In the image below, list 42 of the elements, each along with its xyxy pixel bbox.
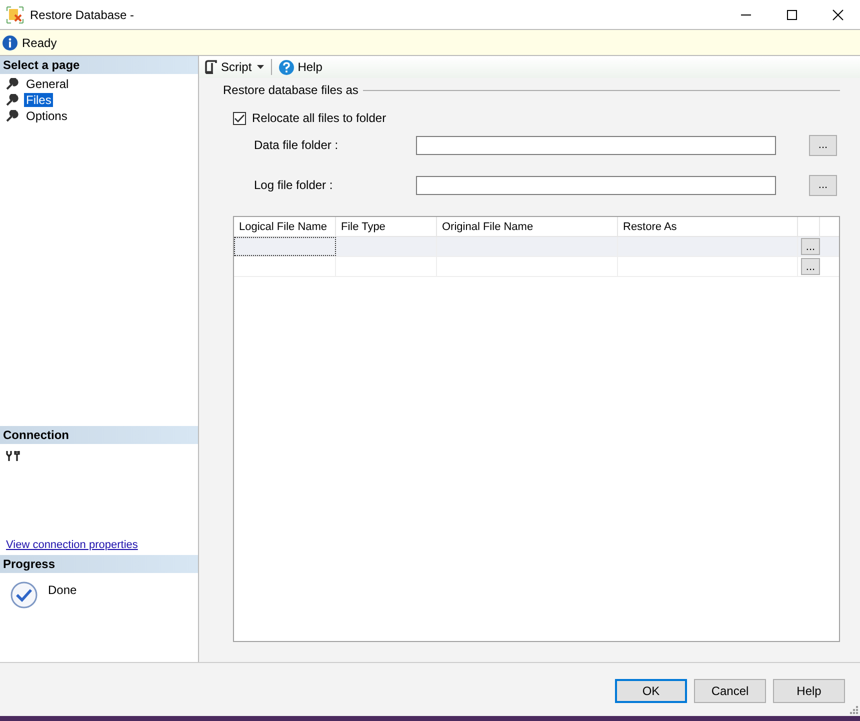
browse-button[interactable]: ... <box>809 134 837 156</box>
column-header[interactable]: Original File Name <box>437 217 618 236</box>
resize-grip-icon[interactable] <box>850 706 858 714</box>
database-icon <box>6 6 24 24</box>
column-header[interactable]: File Type <box>336 217 437 236</box>
table-row[interactable]: ... <box>234 237 839 257</box>
column-header[interactable]: Logical File Name <box>234 217 336 236</box>
field-label: Log file folder : <box>254 178 334 192</box>
browse-button[interactable]: ... <box>801 258 820 275</box>
browse-button[interactable]: ... <box>809 174 837 196</box>
progress-status: Done <box>48 583 77 597</box>
dialog-button[interactable]: Help <box>773 678 845 702</box>
help-icon <box>278 60 294 74</box>
column-header[interactable]: Restore As <box>618 217 798 236</box>
checkbox[interactable] <box>233 112 246 124</box>
help-button[interactable]: Help <box>278 60 322 74</box>
dialog-button[interactable]: OK <box>615 678 687 702</box>
window-title: Restore Database - <box>30 8 134 22</box>
plug-icon <box>6 450 20 462</box>
folder-field[interactable] <box>416 176 776 194</box>
section-header: Connection <box>0 426 198 444</box>
section-header: Select a page <box>0 56 198 74</box>
info-icon <box>2 34 18 50</box>
folder-field[interactable] <box>416 136 776 154</box>
maximize-icon[interactable] <box>786 8 798 20</box>
section-header: Progress <box>0 555 198 573</box>
page-item[interactable]: General <box>24 77 71 91</box>
connection-properties-link[interactable]: View connection properties <box>6 539 138 551</box>
field-label: Data file folder : <box>254 138 340 152</box>
dropdown-arrow-icon[interactable] <box>256 65 264 69</box>
group-title: Restore database files as <box>223 83 358 97</box>
browse-button[interactable]: ... <box>801 238 820 255</box>
checkbox-label: Relocate all files to folder <box>252 111 386 125</box>
script-icon <box>204 60 217 74</box>
script-button[interactable]: Script <box>204 60 252 74</box>
status-text: Ready <box>22 36 57 50</box>
table-row[interactable]: ... <box>234 257 839 277</box>
page-item[interactable]: Files <box>24 93 54 107</box>
check-circle-icon <box>10 581 38 609</box>
dialog-button[interactable]: Cancel <box>694 678 766 702</box>
page-item[interactable]: Options <box>24 109 70 123</box>
close-icon[interactable] <box>832 8 844 20</box>
